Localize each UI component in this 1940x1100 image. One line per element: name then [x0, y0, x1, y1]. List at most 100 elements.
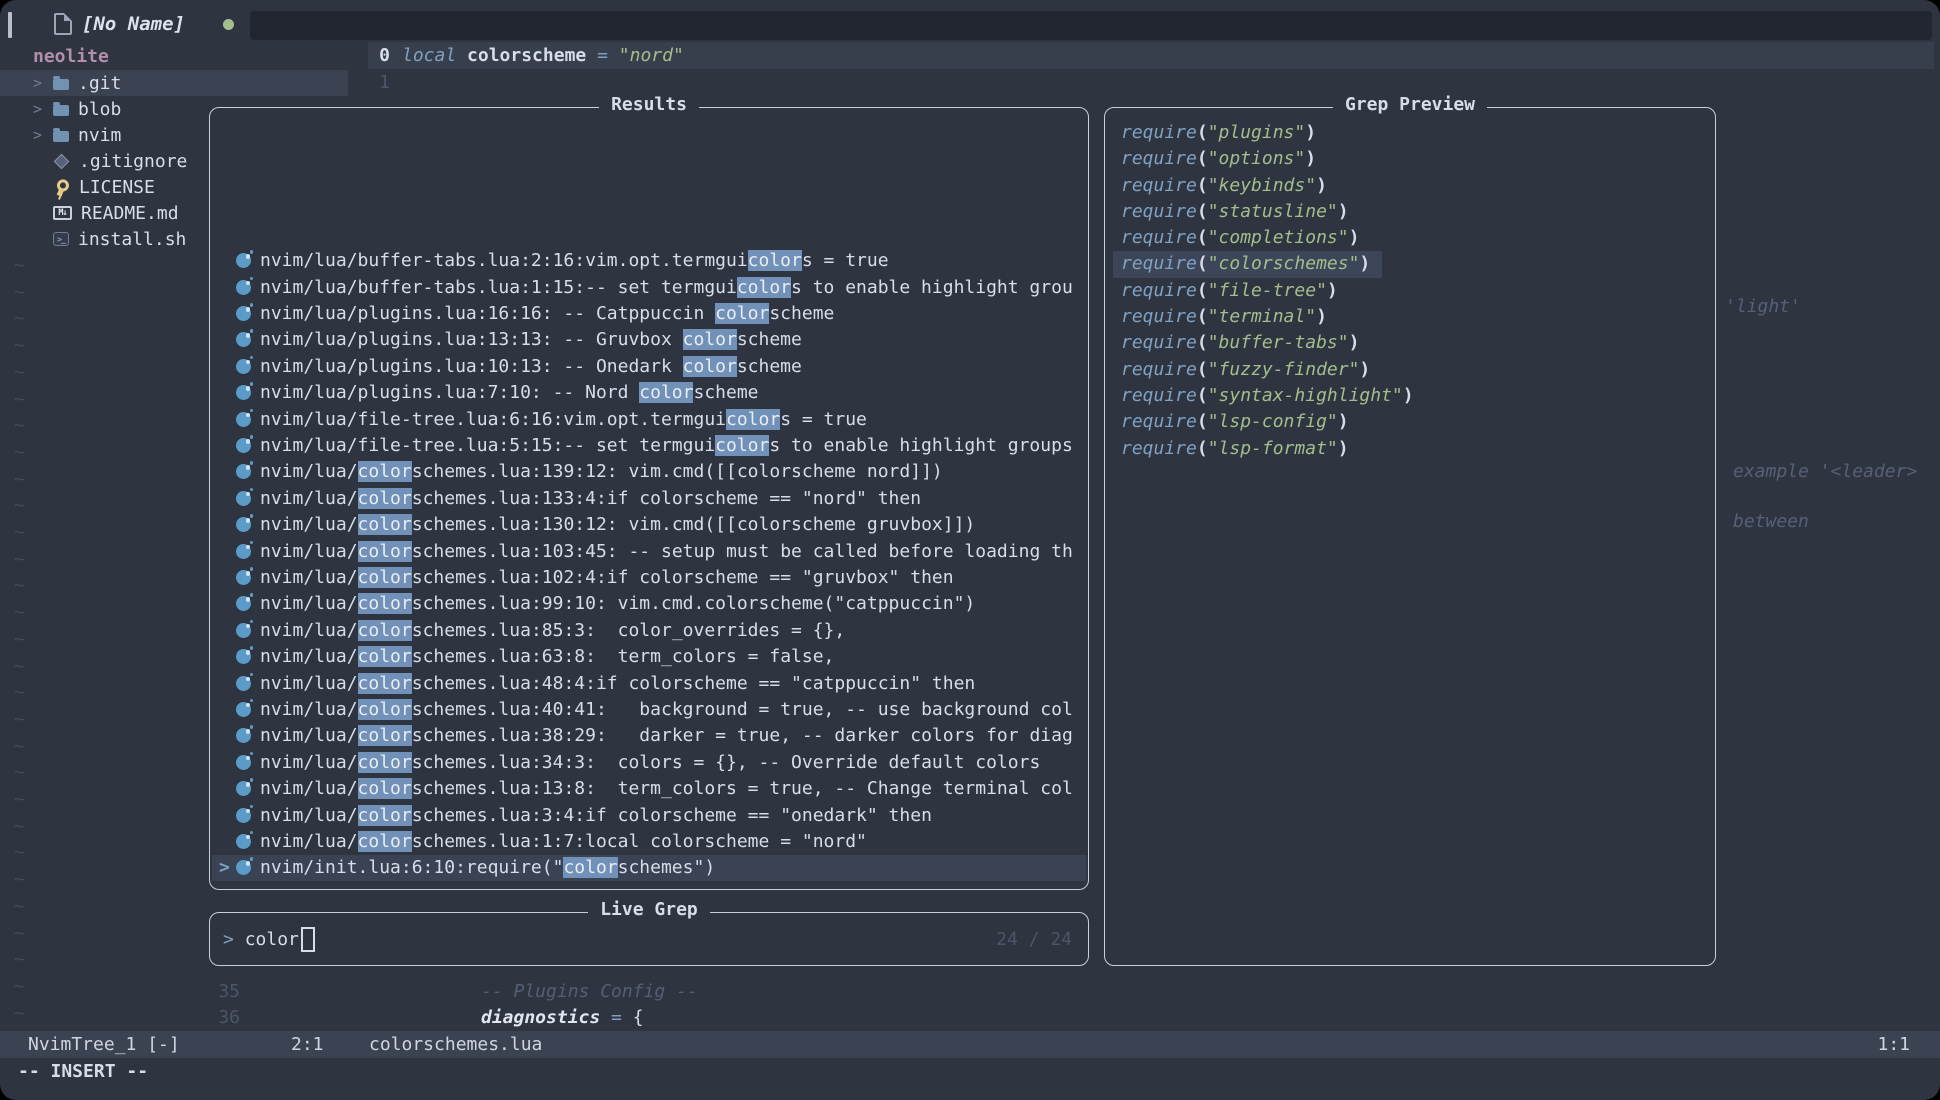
empty-line-tilde: ~	[14, 867, 25, 893]
result-item[interactable]: nvim/lua/colorschemes.lua:133:4:if color…	[212, 485, 1086, 511]
match-highlight: color	[737, 277, 791, 298]
match-highlight: color	[639, 382, 693, 403]
empty-line-tilde: ~	[14, 680, 25, 706]
folder-icon	[53, 131, 69, 142]
string-literal: "colorschemes"	[1208, 253, 1360, 274]
result-text: nvim/lua/plugins.lua:16:16: -- Catppucci…	[260, 303, 834, 324]
match-highlight: color	[358, 593, 412, 614]
grep-preview-window: Grep Preview require("plugins")require("…	[1104, 107, 1716, 966]
tree-item-label: install.sh	[78, 229, 186, 250]
result-item[interactable]: nvim/lua/colorschemes.lua:103:45: -- set…	[212, 538, 1086, 564]
result-item[interactable]: nvim/lua/buffer-tabs.lua:2:16:vim.opt.te…	[212, 248, 1086, 274]
close-paren: )	[1316, 306, 1327, 327]
variable-name: colorscheme	[467, 45, 586, 66]
result-item[interactable]: nvim/lua/plugins.lua:16:16: -- Catppucci…	[212, 300, 1086, 326]
tree-item-label: LICENSE	[79, 177, 155, 198]
shell-icon	[53, 232, 69, 246]
result-item[interactable]: nvim/lua/buffer-tabs.lua:1:15:-- set ter…	[212, 274, 1086, 300]
open-paren: (	[1197, 306, 1208, 327]
function-name: require	[1121, 253, 1197, 274]
result-text-pre: nvim/lua/buffer-tabs.lua:1:15:-- set ter…	[260, 277, 737, 298]
empty-line-tilde: ~	[14, 760, 25, 786]
string-literal: "completions"	[1208, 227, 1349, 248]
code-line: require("lsp-format")	[1121, 436, 1349, 462]
match-highlight: color	[358, 514, 412, 535]
result-item[interactable]: nvim/lua/colorschemes.lua:48:4:if colors…	[212, 670, 1086, 696]
result-text-post: schemes.lua:1:7:local colorscheme = "nor…	[412, 831, 867, 852]
result-item[interactable]: nvim/lua/colorschemes.lua:102:4:if color…	[212, 564, 1086, 590]
empty-line-tilde: ~	[14, 787, 25, 813]
empty-line-tilde: ~	[14, 253, 25, 279]
result-item[interactable]: nvim/lua/colorschemes.lua:85:3: color_ov…	[212, 617, 1086, 643]
code-line: require("fuzzy-finder")	[1121, 357, 1370, 383]
result-text: nvim/lua/colorschemes.lua:34:3: colors =…	[260, 752, 1040, 773]
result-item[interactable]: nvim/lua/colorschemes.lua:130:12: vim.cm…	[212, 512, 1086, 538]
result-text-pre: nvim/lua/	[260, 752, 358, 773]
result-item[interactable]: nvim/lua/colorschemes.lua:3:4:if colorsc…	[212, 802, 1086, 828]
chevron-right-icon	[33, 126, 44, 144]
folder-icon	[53, 105, 69, 116]
open-paren: (	[1197, 148, 1208, 169]
result-text: nvim/lua/colorschemes.lua:38:29: darker …	[260, 725, 1073, 746]
tree-item-.git[interactable]: .git	[0, 70, 348, 96]
result-item[interactable]: nvim/lua/colorschemes.lua:40:41: backgro…	[212, 696, 1086, 722]
result-item[interactable]: nvim/lua/colorschemes.lua:63:8: term_col…	[212, 643, 1086, 669]
lua-file-icon	[236, 728, 251, 743]
result-text-pre: nvim/lua/	[260, 805, 358, 826]
close-paren: )	[1359, 253, 1370, 274]
result-text-pre: nvim/lua/	[260, 567, 358, 588]
lua-file-icon	[236, 332, 251, 347]
preview-line: require("fuzzy-finder")	[1121, 357, 1713, 383]
result-item[interactable]: >nvim/init.lua:6:10:require("colorscheme…	[212, 855, 1086, 881]
empty-line-tilde: ~	[14, 947, 25, 973]
modified-dot-icon	[223, 19, 234, 30]
result-item[interactable]: nvim/lua/file-tree.lua:5:15:-- set termg…	[212, 432, 1086, 458]
result-item[interactable]: nvim/lua/colorschemes.lua:13:8: term_col…	[212, 775, 1086, 801]
empty-line-tilde: ~	[14, 734, 25, 760]
result-text: nvim/lua/file-tree.lua:6:16:vim.opt.term…	[260, 409, 867, 430]
result-text: nvim/lua/colorschemes.lua:103:45: -- set…	[260, 541, 1073, 562]
result-item[interactable]: nvim/lua/plugins.lua:13:13: -- Gruvbox c…	[212, 327, 1086, 353]
match-highlight: color	[358, 831, 412, 852]
match-highlight: color	[358, 620, 412, 641]
match-highlight: color	[563, 857, 617, 878]
function-name: require	[1121, 122, 1197, 143]
lua-file-icon	[236, 412, 251, 427]
preview-lines: require("plugins")require("options")requ…	[1121, 120, 1713, 462]
tree-item-label: .git	[78, 73, 121, 94]
code-line: require("lsp-config")	[1121, 409, 1349, 435]
string-literal: "lsp-format"	[1208, 438, 1338, 459]
lua-file-icon	[236, 570, 251, 585]
result-item[interactable]: nvim/lua/plugins.lua:10:13: -- Onedark c…	[212, 353, 1086, 379]
open-brace: {	[633, 1007, 644, 1028]
match-highlight: color	[715, 303, 769, 324]
buffer-tab[interactable]: [No Name]	[54, 9, 234, 39]
open-paren: (	[1197, 385, 1208, 406]
empty-line-tilde: ~	[14, 840, 25, 866]
preview-line: require("keybinds")	[1121, 173, 1713, 199]
result-item[interactable]: nvim/lua/colorschemes.lua:38:29: darker …	[212, 723, 1086, 749]
match-highlight: color	[748, 250, 802, 271]
empty-line-tilde: ~	[14, 493, 25, 519]
lua-file-icon	[236, 596, 251, 611]
git-icon	[53, 153, 70, 170]
result-item[interactable]: nvim/lua/file-tree.lua:6:16:vim.opt.term…	[212, 406, 1086, 432]
match-highlight: color	[358, 646, 412, 667]
result-item[interactable]: nvim/lua/colorschemes.lua:1:7:local colo…	[212, 828, 1086, 854]
result-item[interactable]: nvim/lua/colorschemes.lua:139:12: vim.cm…	[212, 459, 1086, 485]
match-highlight: color	[358, 752, 412, 773]
result-item[interactable]: nvim/lua/colorschemes.lua:99:10: vim.cmd…	[212, 591, 1086, 617]
statusline-file-name: colorschemes.lua	[369, 1031, 542, 1058]
tree-root-label: neolite	[33, 44, 109, 70]
preview-line: require("options")	[1121, 146, 1713, 172]
empty-line-tilde: ~	[14, 360, 25, 386]
live-grep-input[interactable]: > color	[223, 913, 315, 965]
result-text-pre: nvim/lua/	[260, 646, 358, 667]
results-window: Results nvim/lua/buffer-tabs.lua:2:16:vi…	[209, 107, 1089, 890]
result-item[interactable]: nvim/lua/plugins.lua:7:10: -- Nord color…	[212, 380, 1086, 406]
result-text-pre: nvim/lua/	[260, 831, 358, 852]
code-line-36: diagnostics = {	[481, 1004, 644, 1031]
close-paren: )	[1349, 332, 1360, 353]
result-item[interactable]: nvim/lua/colorschemes.lua:34:3: colors =…	[212, 749, 1086, 775]
line-number-36: 36	[200, 1004, 240, 1031]
